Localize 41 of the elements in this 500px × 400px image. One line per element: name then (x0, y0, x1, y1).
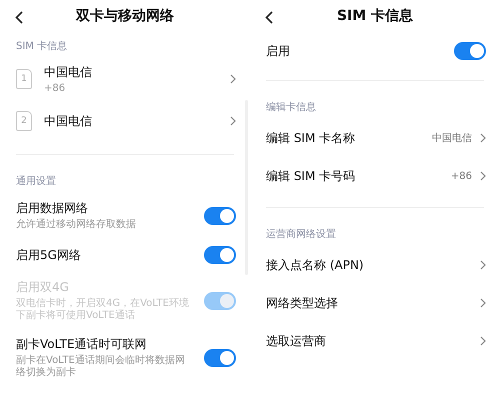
sim-name: 中国电信 (44, 112, 92, 130)
chevron-icon (480, 171, 486, 181)
back-icon[interactable] (15, 11, 23, 24)
chevron-icon (230, 116, 236, 126)
menu-item[interactable]: 网络类型选择 (250, 284, 500, 322)
menu-item[interactable]: 编辑 SIM 卡名称 中国电信 (250, 119, 500, 157)
menu-item[interactable]: 选取运营商 (250, 322, 500, 360)
screen-title: SIM 卡信息 (336, 7, 414, 25)
sim-card-icon: 1 (16, 69, 32, 89)
setting-label: 启用数据网络 (16, 200, 88, 217)
setting-label: 副卡VoLTE通话时可联网 (16, 336, 147, 353)
section-header: SIM 卡信息 (15, 40, 68, 54)
toggle-switch[interactable] (204, 246, 236, 264)
setting-label: 启用5G网络 (16, 246, 81, 264)
chevron-icon (230, 74, 236, 84)
section-header: 编辑卡信息 (265, 100, 317, 115)
sim-row[interactable]: 1 中国电信 +86 (0, 58, 250, 100)
section-header: 运营商网络设置 (265, 228, 337, 242)
back-icon[interactable] (265, 11, 273, 24)
menu-item[interactable]: 编辑 SIM 卡号码 +86 (250, 157, 500, 195)
screen-title: 双卡与移动网络 (76, 7, 174, 25)
section-header: 通用设置 (15, 174, 57, 189)
sim-card-icon: 2 (16, 111, 32, 131)
chevron-icon (480, 298, 486, 308)
sim-number: +86 (44, 82, 66, 94)
menu-value: +86 (450, 170, 472, 182)
chevron-icon (480, 336, 486, 346)
toggle-switch[interactable] (204, 206, 236, 224)
setting-description: 允许通过移动网络存取数据 (16, 219, 136, 231)
setting-label: 启用 (266, 42, 290, 60)
sim-row[interactable]: 2 中国电信 (0, 100, 250, 142)
sim-name: 中国电信 (44, 64, 92, 80)
chevron-icon (480, 260, 486, 270)
setting-description: 双电信卡时，开启双4G，在VoLTE环境下副卡将可使用VoLTE通话 (16, 298, 190, 322)
setting-label: 启用双4G (16, 279, 69, 296)
toggle-switch[interactable] (454, 42, 486, 60)
setting-description: 副卡在VoLTE通话期间会临时将数据网络切换为副卡 (16, 355, 186, 379)
toggle-switch[interactable] (204, 348, 236, 366)
menu-item[interactable]: 接入点名称 (APN) (250, 246, 500, 284)
chevron-icon (480, 133, 486, 143)
menu-value: 中国电信 (432, 132, 472, 145)
